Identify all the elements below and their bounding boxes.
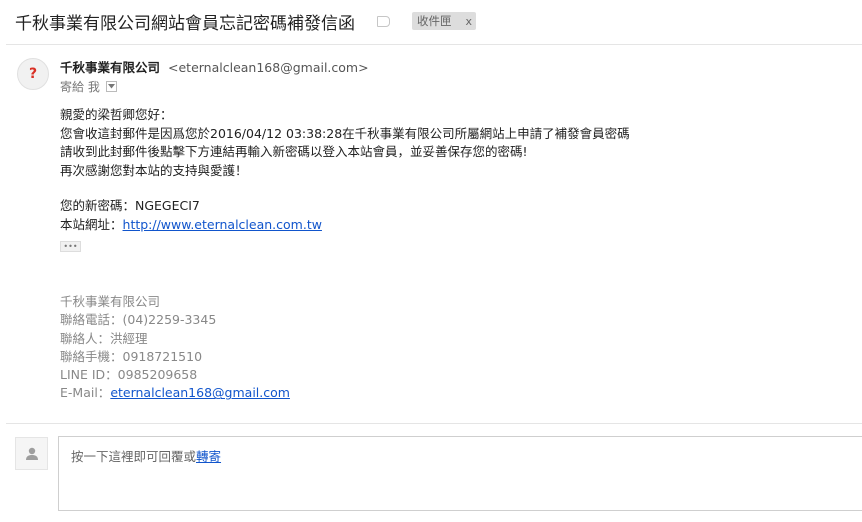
greeting-line: 親愛的梁哲卿您好：: [60, 107, 173, 122]
inbox-label-text: 收件匣: [417, 14, 452, 28]
chevron-down-icon[interactable]: [105, 81, 117, 92]
sender-name[interactable]: 千秋事業有限公司: [60, 60, 160, 75]
email-subject: 千秋事業有限公司網站會員忘記密碼補發信函: [15, 13, 355, 34]
remove-label-button[interactable]: x: [466, 15, 473, 28]
unknown-sender-icon: ?: [28, 66, 38, 82]
label-icon[interactable]: [377, 15, 390, 27]
signature-phone: 聯絡電話：(04)2259-3345: [60, 312, 217, 328]
inbox-label-chip[interactable]: 收件匣 x: [412, 12, 477, 30]
site-url-link[interactable]: http://www.eternalclean.com.tw: [123, 217, 322, 232]
signature-email-line: E-Mail：eternalclean168@gmail.com: [60, 384, 290, 402]
signature-line-id: LINE ID：0985209658: [60, 367, 198, 383]
header-divider: [6, 44, 862, 45]
reply-box[interactable]: 按一下這裡即可回覆或轉寄: [58, 436, 862, 511]
show-trimmed-content-button[interactable]: •••: [60, 241, 81, 252]
new-password-line: 您的新密碼：NGEGECI7: [60, 198, 200, 213]
recipient-line: 寄給 我: [60, 78, 117, 95]
reply-prompt: 按一下這裡即可回覆或轉寄: [71, 446, 221, 465]
person-icon: [15, 437, 48, 470]
email-body: 親愛的梁哲卿您好： 您會收這封郵件是因爲您於2016/04/12 03:38:2…: [60, 106, 630, 234]
signature-email-link[interactable]: eternalclean168@gmail.com: [110, 385, 290, 400]
body-line: 請收到此封郵件後點擊下方連結再輸入新密碼以登入本站會員，並妥善保存您的密碼!: [60, 144, 528, 159]
body-line: 您會收這封郵件是因爲您於2016/04/12 03:38:28在千秋事業有限公司…: [60, 125, 630, 141]
signature-email-label: E-Mail：: [60, 385, 111, 401]
body-line: 再次感謝您對本站的支持與愛護！: [60, 162, 248, 178]
sender-email: <eternalclean168@gmail.com>: [168, 60, 369, 75]
forward-link[interactable]: 轉寄: [196, 449, 221, 464]
signature-mobile: 聯絡手機：0918721510: [60, 348, 203, 364]
site-url-line: 本站網址：http://www.eternalclean.com.tw: [60, 216, 630, 235]
reply-divider: [6, 423, 862, 424]
site-url-label: 本站網址：: [60, 216, 123, 232]
sender-avatar: ?: [17, 58, 49, 90]
sender-line: 千秋事業有限公司 <eternalclean168@gmail.com>: [60, 57, 369, 76]
subject-row: 千秋事業有限公司網站會員忘記密碼補發信函 收件匣 x: [15, 9, 477, 34]
reply-prompt-text[interactable]: 按一下這裡即可回覆或: [71, 449, 196, 464]
recipient-label: 寄給 我: [60, 80, 100, 94]
email-signature: 千秋事業有限公司 聯絡電話：(04)2259-3345 聯絡人：洪經理 聯絡手機…: [60, 293, 290, 403]
signature-contact: 聯絡人：洪經理: [60, 330, 148, 346]
signature-company: 千秋事業有限公司: [60, 294, 161, 309]
